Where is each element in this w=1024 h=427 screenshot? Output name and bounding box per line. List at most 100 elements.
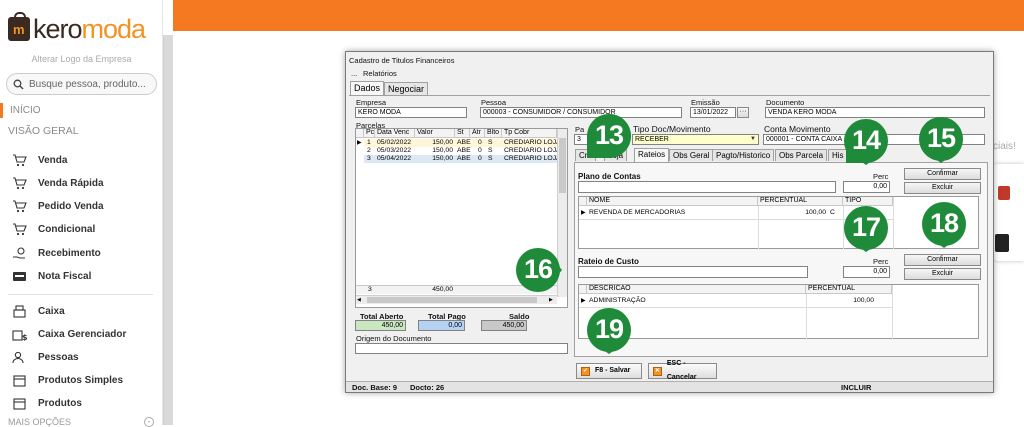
callout-badge-16: 16 [514, 246, 562, 294]
chevron-down-icon[interactable]: ▼ [748, 135, 758, 144]
col-percentual[interactable]: PERCENTUAL [806, 285, 892, 294]
cell-blto: S [488, 147, 493, 154]
menu-item-nota-fiscal[interactable]: Nota Fiscal [11, 267, 91, 285]
menu-item-condicional[interactable]: Condicional [11, 220, 95, 238]
menu-item-label: Nota Fiscal [38, 270, 92, 282]
table-row[interactable]: ADMINISTRAÇÃO 100,00 [587, 297, 892, 306]
logo-text-kero: kero [33, 13, 83, 44]
background-card-image [998, 186, 1010, 200]
col-valor[interactable]: Valor [415, 129, 455, 138]
row-pointer-icon: ▶ [581, 210, 586, 216]
cell-pc: 1 [367, 139, 371, 146]
col-data-venc[interactable]: Data Venc [375, 129, 415, 138]
menu-ellipsis[interactable]: ... [351, 69, 357, 78]
empresa-field[interactable]: KERO MODA [355, 107, 467, 118]
rateio-custo-input[interactable] [578, 266, 808, 278]
parcelas-hscrollbar[interactable]: ◀ ▶ [356, 295, 557, 304]
tab-rateios[interactable]: Rateios [634, 148, 670, 162]
col-blto[interactable]: Blto [485, 129, 502, 138]
search-input[interactable] [29, 78, 154, 90]
rateio-delete-button[interactable]: Excluir [904, 268, 981, 280]
tipo-doc-select[interactable]: RECEBER [632, 134, 759, 145]
rateio-grid[interactable]: DESCRICAO PERCENTUAL ▶ ADMINISTRAÇÃO 100… [578, 284, 979, 339]
top-bar [173, 0, 1024, 31]
cell-nome: REVENDA DE MERCADORIAS [589, 209, 686, 216]
menu-item-caixa-gerenciador[interactable]: $ Caixa Gerenciador [11, 325, 126, 343]
col-pc[interactable]: Pc [364, 129, 375, 138]
menu-item-pessoas[interactable]: Pessoas [11, 348, 79, 366]
logo-text-moda: moda [81, 13, 147, 44]
pessoa-field[interactable]: 000003 - CONSUMIDOR / CONSUMIDOR [480, 107, 682, 118]
financial-titles-dialog: Cadastro de Titulos Financeiros ... Rela… [345, 51, 994, 393]
menu-item-recebimento[interactable]: Recebimento [11, 244, 101, 262]
plano-confirm-button[interactable]: Confirmar [904, 168, 981, 180]
tab-dados[interactable]: Dados [350, 81, 385, 95]
table-row[interactable]: 1 05/02/2022 150,00 ABE 0 S CREDIARIO LO… [364, 139, 561, 147]
background-card-button[interactable] [995, 234, 1009, 252]
plano-contas-input[interactable] [578, 181, 836, 193]
menu-item-venda[interactable]: Venda [11, 151, 67, 169]
tab-negociar[interactable]: Negociar [384, 82, 429, 95]
background-text: ciais! [993, 141, 1016, 152]
cart-order-icon [11, 199, 27, 213]
expand-icon[interactable]: - [144, 417, 154, 427]
search-box[interactable] [6, 73, 157, 95]
plano-delete-button[interactable]: Excluir [904, 182, 981, 194]
scroll-right-icon[interactable]: ▶ [549, 297, 555, 303]
col-tp-cobr[interactable]: Tp Cobr [502, 129, 557, 138]
origem-label: Origem do Documento [356, 334, 432, 343]
pa-label: Pa [575, 125, 585, 134]
cell-st: ABE [457, 139, 471, 146]
menu-item-produtos-simples[interactable]: Produtos Simples [11, 371, 123, 389]
date-picker-button[interactable]: ··· [737, 107, 749, 118]
cell-valor: 150,00 [432, 139, 453, 146]
scroll-thumb[interactable] [559, 138, 566, 193]
emissao-field[interactable]: 13/01/2022 [690, 107, 736, 118]
col-st[interactable]: St [455, 129, 470, 138]
table-row[interactable]: 3 05/04/2022 150,00 ABE 0 S CREDIARIO LO… [364, 155, 561, 163]
scroll-left-icon[interactable]: ◀ [357, 297, 363, 303]
tab-obs-parcela[interactable]: Obs Parcela [775, 149, 828, 161]
col-nome[interactable]: NOME [587, 197, 758, 206]
total-aberto-value: 450,00 [355, 320, 406, 331]
menu-item-venda-rapida[interactable]: Venda Rápida [11, 174, 104, 192]
status-docto: Docto: 26 [410, 383, 445, 392]
change-logo-link[interactable]: Alterar Logo da Empresa [0, 54, 163, 64]
tab-obs-geral[interactable]: Obs Geral [669, 149, 714, 161]
cell-percentual: 100,00 [853, 297, 874, 304]
col-descricao[interactable]: DESCRICAO [587, 285, 806, 294]
cell-data: 05/03/2022 [377, 147, 412, 154]
origem-field[interactable] [355, 343, 568, 354]
footer-total: 450,00 [432, 286, 453, 293]
menu-item-pedido-venda[interactable]: Pedido Venda [11, 197, 104, 215]
col-percentual[interactable]: PERCENTUAL [758, 197, 843, 206]
menu-item-caixa[interactable]: Caixa [11, 302, 65, 320]
more-options[interactable]: MAIS OPÇÕES [8, 417, 71, 427]
menu-item-produtos[interactable]: Produtos [11, 394, 82, 412]
table-row[interactable]: 2 05/03/2022 150,00 ABE 0 S CREDIARIO LO… [364, 147, 561, 155]
col-atr[interactable]: Atr [470, 129, 485, 138]
documento-label: Documento [766, 98, 805, 107]
nav-inicio[interactable]: INÍCIO [0, 103, 41, 118]
menu-relatorios[interactable]: Relatórios [363, 69, 397, 78]
save-button[interactable]: ✓ F8 - Salvar [576, 363, 642, 379]
cancel-icon: ✕ [653, 366, 662, 376]
app-sidebar: keromoda Alterar Logo da Empresa INÍCIO … [0, 0, 163, 427]
status-doc-base: Doc. Base: 9 [352, 383, 398, 392]
plano-perc-field[interactable]: 0,00 [843, 181, 890, 193]
callout-badge-15: 15 [917, 115, 965, 163]
callout-badge-17: 17 [842, 204, 890, 252]
plano-grid[interactable]: NOME PERCENTUAL TIPO ▶ REVENDA DE MERCAD… [578, 196, 979, 249]
rateio-confirm-button[interactable]: Confirmar [904, 254, 981, 266]
tab-pagto-historico[interactable]: Pagto/Historico [712, 149, 775, 161]
rateio-perc-field[interactable]: 0,00 [843, 266, 890, 278]
cell-tp-cobr: CREDIARIO LOJA [504, 147, 561, 154]
badge-number: 17 [851, 212, 881, 242]
badge-number: 18 [929, 208, 959, 238]
hscroll-thumb[interactable] [367, 297, 537, 303]
tab-divider [349, 95, 990, 96]
company-logo[interactable]: keromoda [8, 12, 147, 44]
cancel-button[interactable]: ✕ ESC - Cancelar [648, 360, 717, 381]
sidebar-scrollbar[interactable] [163, 35, 173, 425]
save-icon: ✓ [581, 366, 590, 376]
